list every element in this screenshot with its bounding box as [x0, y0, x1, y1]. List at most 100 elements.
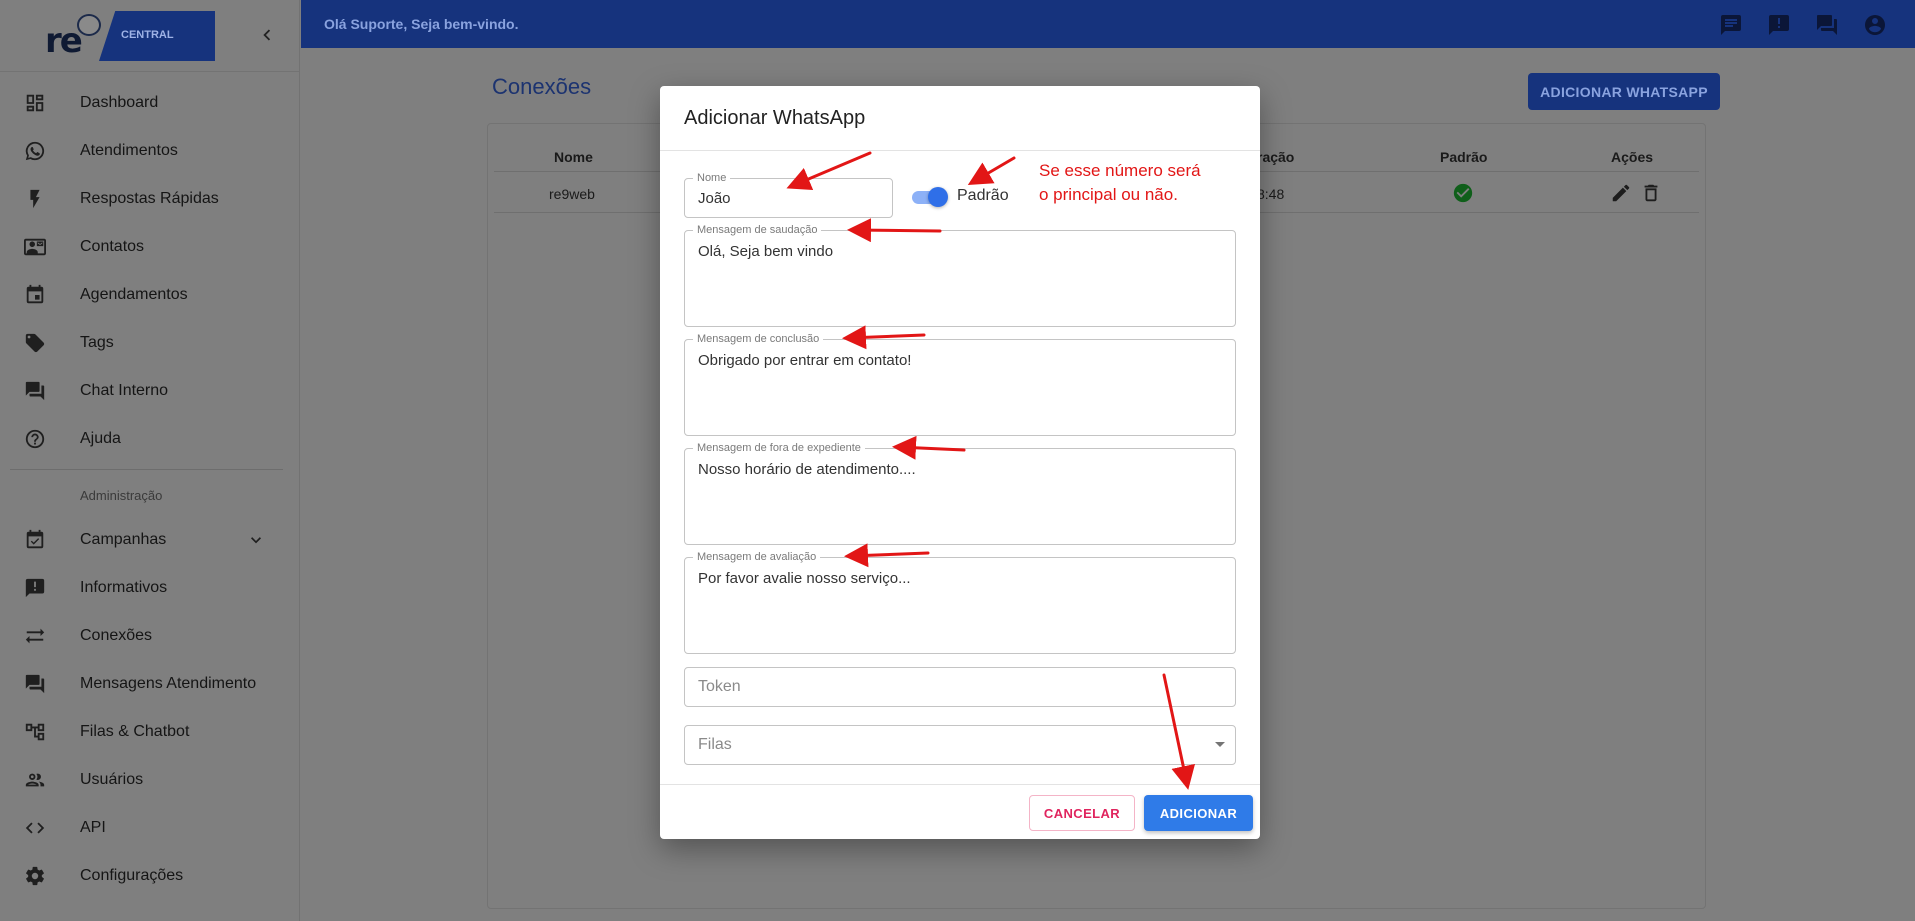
sidebar-item-contatos[interactable]: Contatos [0, 223, 299, 271]
logo-bubble-icon [77, 14, 101, 36]
chevron-down-icon[interactable] [246, 530, 266, 550]
account-circle-icon[interactable] [1863, 13, 1887, 37]
dashboard-icon [24, 92, 46, 114]
cancel-button[interactable]: CANCELAR [1029, 795, 1135, 831]
divider [10, 469, 283, 470]
logo-area: re CENTRAL [0, 0, 299, 72]
dialog-title: Adicionar WhatsApp [684, 107, 866, 129]
sidebar-item-conexoes[interactable]: Conexões [0, 612, 299, 660]
top-bar-actions [1719, 13, 1887, 37]
connection-name: re9web [549, 186, 595, 202]
sidebar-item-label: API [80, 819, 106, 836]
sidebar-item-label: Mensagens Atendimento [80, 675, 257, 692]
annotation-line: o principal ou não. [1039, 185, 1178, 204]
sidebar-item-label: Respostas Rápidas [80, 190, 219, 207]
token-input[interactable]: Token [684, 667, 1236, 707]
sidebar-item-label: Filas & Chatbot [80, 723, 190, 740]
sidebar-item-atendimentos[interactable]: Atendimentos [0, 127, 299, 175]
sidebar-item-dashboard[interactable]: Dashboard [0, 79, 299, 127]
submit-add-button[interactable]: ADICIONAR [1144, 795, 1253, 831]
connection-updated: 8:48 [1257, 186, 1285, 202]
section-administracao: Administração [0, 476, 299, 516]
sidebar-item-label: Ajuda [80, 430, 121, 447]
sidebar-item-campanhas[interactable]: Campanhas [0, 516, 299, 564]
sidebar-item-ajuda[interactable]: Ajuda [0, 415, 299, 463]
add-whatsapp-dialog: Adicionar WhatsApp Nome João Padrão Se e… [660, 86, 1260, 839]
sidebar-item-label: Usuários [80, 771, 144, 788]
welcome-text: Olá Suporte, Seja bem-vindo. [324, 16, 519, 32]
name-field[interactable]: Nome João [684, 171, 893, 218]
greeting-field-label: Mensagem de saudação [693, 223, 822, 237]
greeting-message-field[interactable]: Mensagem de saudação Olá, Seja bem vindo [684, 223, 1236, 327]
sidebar-item-agendamentos[interactable]: Agendamentos [0, 271, 299, 319]
token-placeholder: Token [698, 678, 741, 695]
top-bar: Olá Suporte, Seja bem-vindo. [301, 0, 1915, 48]
queues-select[interactable]: Filas [684, 725, 1236, 765]
rating-field-label: Mensagem de avaliação [693, 550, 821, 564]
message-icon[interactable] [1719, 13, 1743, 37]
rating-field-value: Por favor avalie nosso serviço... [698, 570, 911, 587]
sync-alt-icon [24, 625, 46, 647]
column-header-name: Nome [554, 149, 593, 165]
account-tree-icon [24, 721, 46, 743]
forum-icon [24, 380, 46, 402]
sidebar-item-informativos[interactable]: Informativos [0, 564, 299, 612]
sidebar-item-label: Dashboard [80, 94, 159, 111]
page-title: Conexões [492, 74, 592, 99]
greeting-field-value: Olá, Seja bem vindo [698, 243, 834, 260]
dropdown-arrow-icon [1215, 742, 1225, 747]
delete-icon[interactable] [1640, 182, 1662, 204]
default-switch-label: Padrão [957, 187, 1009, 204]
collapse-sidebar-button[interactable] [256, 24, 278, 46]
logo-text: re [45, 21, 83, 61]
sidebar-item-configuracoes[interactable]: Configurações [0, 852, 299, 900]
out-of-hours-message-field[interactable]: Mensagem de fora de expediente Nosso hor… [684, 441, 1236, 545]
column-header-actions: Ações [1611, 149, 1654, 165]
sidebar-item-label: Configurações [80, 867, 184, 884]
help-icon [24, 428, 46, 450]
rating-message-field[interactable]: Mensagem de avaliação Por favor avalie n… [684, 550, 1236, 654]
settings-icon [24, 865, 46, 887]
tag-icon [24, 332, 46, 354]
chevron-left-icon [263, 29, 271, 41]
sidebar-item-respostas-rapidas[interactable]: Respostas Rápidas [0, 175, 299, 223]
sidebar-item-label: Contatos [80, 238, 145, 255]
out-of-hours-field-label: Mensagem de fora de expediente [693, 441, 865, 455]
sidebar-item-label: Atendimentos [80, 142, 178, 159]
sidebar-nav: Dashboard Atendimentos Respostas Rápidas… [0, 79, 299, 900]
sidebar-item-label: Conexões [80, 627, 153, 644]
check-circle-icon [1452, 182, 1474, 204]
annotation-line: Se esse número será [1039, 161, 1201, 180]
sidebar-item-tags[interactable]: Tags [0, 319, 299, 367]
default-switch[interactable] [910, 187, 948, 207]
flash-icon [24, 188, 46, 210]
sidebar: re CENTRAL Dashboard Atendimentos Respos… [0, 0, 300, 921]
column-header-default: Padrão [1440, 149, 1488, 165]
name-field-value: João [698, 190, 731, 207]
forum-icon[interactable] [1815, 13, 1839, 37]
sidebar-item-label: Informativos [80, 579, 168, 596]
queues-placeholder: Filas [698, 736, 732, 753]
sidebar-item-filas-chatbot[interactable]: Filas & Chatbot [0, 708, 299, 756]
add-whatsapp-button[interactable]: ADICIONAR WHATSAPP [1528, 73, 1720, 110]
conclusion-field-value: Obrigado por entrar em contato! [698, 352, 912, 369]
divider [660, 784, 1260, 785]
sidebar-item-label: Tags [80, 334, 114, 351]
sidebar-item-usuarios[interactable]: Usuários [0, 756, 299, 804]
sidebar-item-label: Campanhas [80, 531, 167, 548]
name-field-label: Nome [693, 171, 731, 185]
column-header-updated: ração [1257, 149, 1295, 165]
event-available-icon [24, 529, 46, 551]
edit-icon[interactable] [1610, 182, 1632, 204]
announcement-icon[interactable] [1767, 13, 1791, 37]
announcement-icon [24, 577, 46, 599]
conclusion-message-field[interactable]: Mensagem de conclusão Obrigado por entra… [684, 332, 1236, 436]
people-icon [24, 769, 46, 791]
divider [660, 150, 1260, 151]
sidebar-item-chat-interno[interactable]: Chat Interno [0, 367, 299, 415]
whatsapp-icon [24, 140, 46, 162]
sidebar-item-mensagens-atendimento[interactable]: Mensagens Atendimento [0, 660, 299, 708]
sidebar-item-api[interactable]: API [0, 804, 299, 852]
logo: re CENTRAL [43, 11, 215, 61]
logo-subtitle: CENTRAL [121, 29, 174, 41]
